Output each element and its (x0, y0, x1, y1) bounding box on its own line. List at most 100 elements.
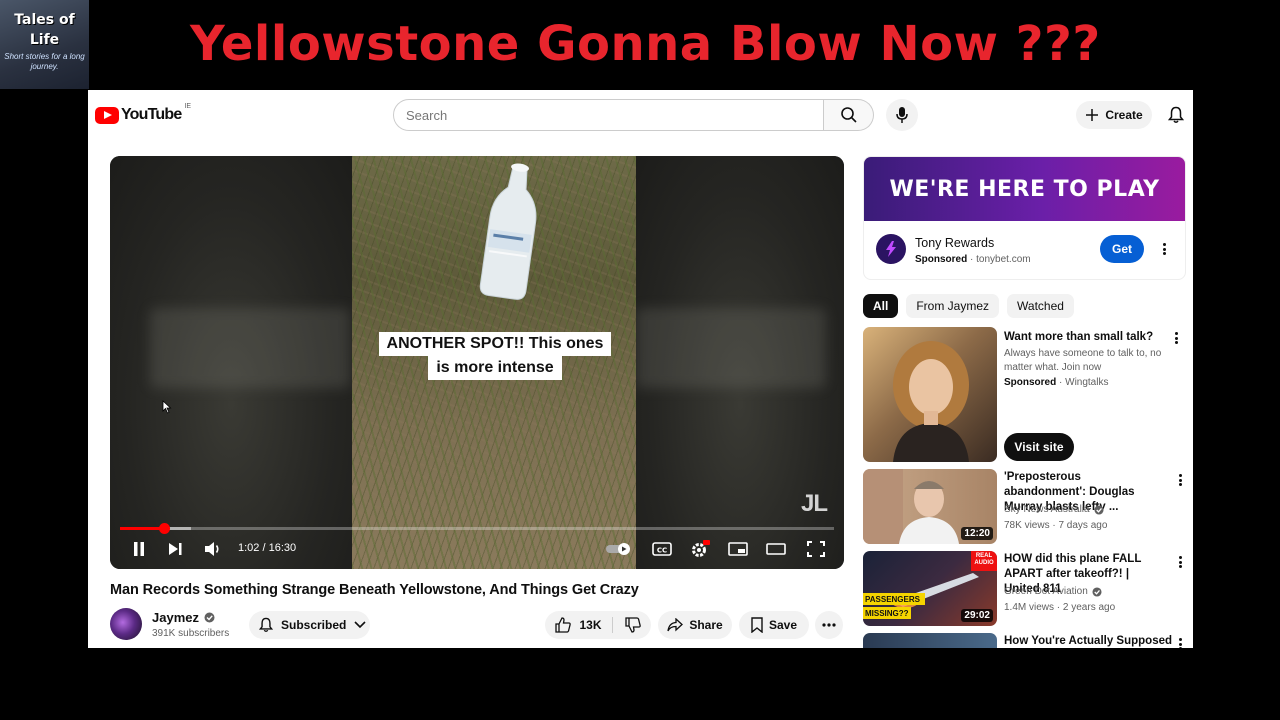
subscriber-count: 391K subscribers (152, 628, 230, 639)
notifications-button[interactable] (1166, 104, 1186, 126)
share-button[interactable]: Share (658, 611, 732, 639)
theater-mode-button[interactable] (764, 536, 788, 562)
player-controls: 1:02 / 16:30 CC (110, 536, 844, 562)
rec-2-channel: Sky News Australia (1004, 504, 1090, 515)
ad-domain: tonybet.com (976, 254, 1031, 265)
youtube-logo[interactable]: YouTube IE (95, 102, 192, 124)
subtitles-button[interactable]: CC (650, 536, 674, 562)
ad-get-button[interactable]: Get (1100, 235, 1144, 263)
more-horizontal-icon (822, 623, 836, 627)
tonybet-logo-icon (886, 241, 896, 257)
bell-icon (1168, 106, 1184, 123)
settings-button[interactable] (688, 536, 712, 562)
create-button[interactable]: Create (1076, 101, 1152, 129)
tales-of-life-logo: Tales of Life Short stories for a long j… (0, 0, 89, 89)
voice-search-button[interactable] (886, 99, 918, 131)
advertiser-name: Tony Rewards (915, 236, 995, 250)
rec-1-sponsored: Sponsored (1004, 377, 1057, 388)
overlay-headline: Yellowstone Gonna Blow Now ??? (190, 16, 1101, 72)
recommendation-item[interactable]: PASSENGERS MISSING?? REAL AUDIO 29:02 HO… (863, 551, 1186, 627)
rec-2-thumbnail[interactable]: 12:20 (863, 469, 997, 544)
country-code: IE (184, 102, 192, 110)
sponsored-thumbnail[interactable] (863, 327, 997, 462)
sponsored-ad-card[interactable]: WE'RE HERE TO PLAY Tony Rewards Sponsore… (863, 156, 1186, 280)
save-label: Save (768, 618, 798, 632)
rec-3-thumb-badge: REAL AUDIO (974, 553, 994, 566)
miniplayer-button[interactable] (726, 536, 750, 562)
logo-title-line1: Tales of (14, 12, 75, 28)
more-actions-button[interactable] (815, 611, 843, 639)
masthead: YouTube IE Search Create (88, 90, 1193, 140)
rec-2-duration: 12:20 (961, 527, 993, 540)
youtube-play-icon (95, 106, 119, 124)
thumbs-up-icon (555, 617, 572, 633)
bookmark-icon (751, 617, 763, 633)
rec-1-title[interactable]: Want more than small talk? (1004, 330, 1164, 345)
rec-4-more-icon[interactable] (1174, 636, 1186, 648)
rec-4-title[interactable]: How You're Actually Supposed (1004, 634, 1184, 648)
verified-icon (204, 612, 215, 623)
youtube-wordmark: YouTube (121, 106, 182, 123)
verified-icon (1094, 505, 1104, 515)
rec-4-thumbnail[interactable] (863, 633, 997, 648)
svg-text:CC: CC (657, 547, 667, 555)
recommendation-item[interactable]: 12:20 'Preposterous abandonment': Dougla… (863, 469, 1186, 545)
visit-site-button[interactable]: Visit site (1004, 433, 1074, 461)
rec-3-more-icon[interactable] (1174, 554, 1186, 570)
rec-1-more-icon[interactable] (1170, 330, 1182, 346)
chip-from-channel[interactable]: From Jaymez (906, 294, 1000, 318)
channel-name-row[interactable]: Jaymez (152, 610, 215, 625)
rec-3-channel-row: Green Dot Aviation (1004, 585, 1102, 599)
fullscreen-button[interactable] (804, 536, 828, 562)
rec-2-more-icon[interactable] (1174, 472, 1186, 488)
volume-button[interactable] (202, 536, 224, 562)
thumbs-down-icon (624, 617, 641, 633)
youtube-window: YouTube IE Search Create ANOTHER SPOT!! … (88, 90, 1193, 648)
ad-more-icon[interactable] (1158, 241, 1170, 257)
recommendation-sponsored[interactable]: Want more than small talk? Always have s… (863, 327, 1186, 463)
ad-banner[interactable]: WE'RE HERE TO PLAY (864, 157, 1185, 221)
channel-avatar[interactable] (110, 608, 142, 640)
progress-played (120, 527, 165, 530)
video-player[interactable]: ANOTHER SPOT!! This ones is more intense… (110, 156, 844, 569)
rec-1-advertiser: Wingtalks (1065, 377, 1109, 388)
chevron-down-icon (354, 621, 366, 629)
channel-name[interactable]: Jaymez (152, 610, 199, 625)
rec-3-duration: 29:02 (961, 609, 993, 622)
caption-line-2: is more intense (428, 356, 562, 380)
autoplay-toggle[interactable] (604, 536, 634, 562)
rec-1-description: Always have someone to talk to, no matte… (1004, 348, 1162, 373)
share-label: Share (689, 618, 723, 632)
pause-icon (134, 542, 144, 556)
recommendation-item[interactable]: How You're Actually Supposed (863, 633, 1186, 648)
progress-bar[interactable] (120, 523, 834, 534)
chip-watched[interactable]: Watched (1007, 294, 1074, 318)
time-display: 1:02 / 16:30 (238, 542, 297, 554)
autoplay-toggle-icon (606, 543, 630, 555)
pause-button[interactable] (128, 536, 150, 562)
theater-mode-icon (766, 543, 786, 555)
woman-portrait-image (893, 341, 969, 462)
save-button[interactable]: Save (739, 611, 809, 639)
chip-all[interactable]: All (863, 294, 899, 318)
dislike-button[interactable] (619, 617, 641, 633)
like-button[interactable]: 13K (555, 617, 613, 633)
next-button[interactable] (164, 536, 186, 562)
blurred-background-left (110, 156, 352, 569)
skip-next-icon (169, 543, 182, 555)
search-button[interactable] (824, 99, 874, 131)
logo-title-line2: Life (29, 32, 60, 48)
subscribed-label: Subscribed (281, 618, 347, 632)
search-input[interactable]: Search (393, 99, 824, 131)
rec-3-meta: 1.4M views · 2 years ago (1004, 602, 1116, 613)
subscribed-button[interactable]: Subscribed (249, 611, 370, 639)
rec-3-thumbnail[interactable]: PASSENGERS MISSING?? REAL AUDIO 29:02 (863, 551, 997, 626)
microphone-icon (896, 107, 908, 123)
rec-3-thumb-text-1: PASSENGERS (865, 595, 920, 604)
search-icon (840, 107, 857, 123)
rec-1-sponsor-line: Sponsored · Wingtalks (1004, 377, 1109, 388)
search-placeholder: Search (406, 107, 448, 123)
creator-watermark: JL (801, 490, 828, 517)
screen: Tales of Life Short stories for a long j… (0, 0, 1280, 720)
bell-icon (259, 617, 273, 633)
